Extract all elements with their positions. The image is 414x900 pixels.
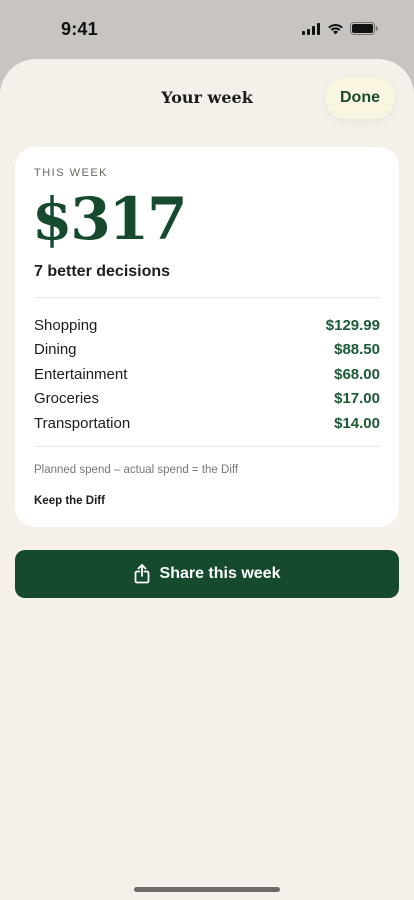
status-time: 9:41 xyxy=(61,19,98,39)
category-row-dining: Dining $88.50 xyxy=(34,338,380,363)
category-label: Dining xyxy=(34,341,77,359)
share-icon xyxy=(134,564,149,584)
category-label: Transportation xyxy=(34,414,131,432)
category-label: Entertainment xyxy=(34,365,128,383)
divider xyxy=(34,446,380,447)
week-summary-sheet: Your week Done THIS WEEK $317 7 better d… xyxy=(0,59,414,900)
category-amount: $17.00 xyxy=(334,390,380,408)
category-amount: $88.50 xyxy=(334,341,380,359)
cellular-signal-icon xyxy=(302,22,320,35)
card-eyebrow: THIS WEEK xyxy=(34,167,109,179)
category-list: Shopping $129.99 Dining $88.50 Entertain… xyxy=(34,313,380,436)
category-row-shopping: Shopping $129.99 xyxy=(34,313,380,338)
battery-icon xyxy=(350,22,378,35)
category-label: Shopping xyxy=(34,316,98,334)
status-bar: 9:41 xyxy=(0,0,414,58)
week-summary-card: THIS WEEK $317 7 better decisions Shoppi… xyxy=(15,147,399,527)
category-amount: $129.99 xyxy=(325,316,380,334)
status-icons xyxy=(302,22,378,35)
total-amount: $317 xyxy=(32,185,187,253)
category-row-entertainment: Entertainment $68.00 xyxy=(34,362,380,387)
category-label: Groceries xyxy=(34,390,100,408)
diff-formula: Planned spend – actual spend = the Diff xyxy=(34,464,239,476)
divider xyxy=(34,297,380,298)
done-button[interactable]: Done xyxy=(325,77,395,119)
category-row-groceries: Groceries $17.00 xyxy=(34,387,380,412)
category-amount: $68.00 xyxy=(334,365,380,383)
share-week-button[interactable]: Share this week xyxy=(15,550,399,598)
wifi-icon xyxy=(328,23,343,34)
share-button-label: Share this week xyxy=(159,565,281,582)
diff-tagline: Keep the Diff xyxy=(34,495,105,507)
decisions-count: 7 better decisions xyxy=(34,263,171,280)
category-amount: $14.00 xyxy=(334,414,380,432)
home-indicator xyxy=(134,887,280,892)
category-row-transportation: Transportation $14.00 xyxy=(34,411,380,436)
